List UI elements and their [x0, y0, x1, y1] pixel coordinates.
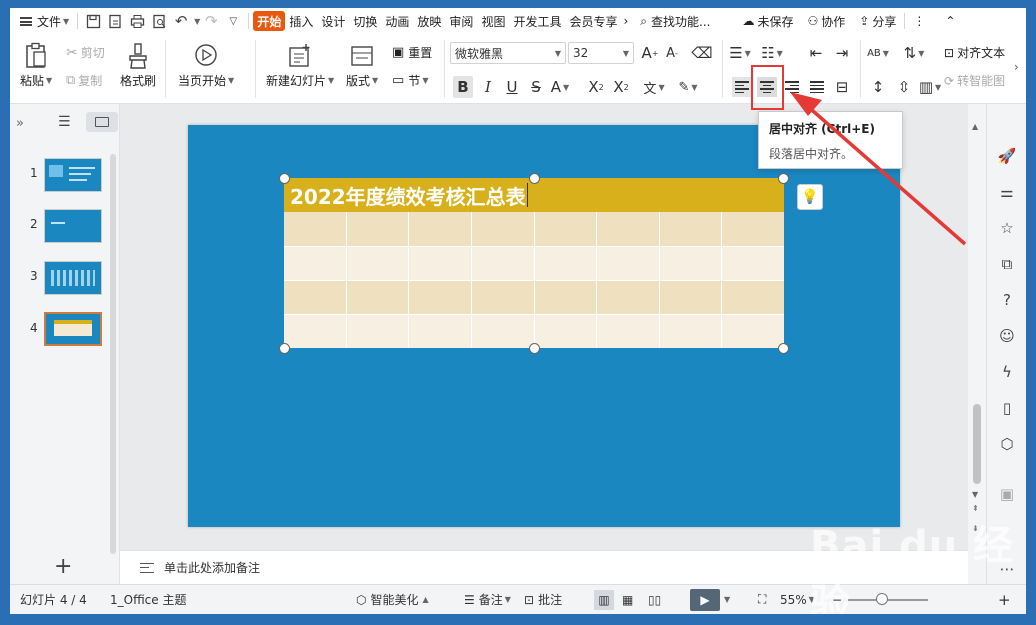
reading-view-icon[interactable]: ▯▯	[648, 593, 661, 607]
resize-handle[interactable]	[778, 343, 789, 354]
comment-icon: ⊡	[524, 592, 535, 607]
lightning-icon[interactable]: ϟ	[997, 362, 1017, 382]
add-slide-icon[interactable]: +	[54, 554, 72, 579]
normal-view-icon[interactable]: ▥	[594, 589, 614, 610]
comments-toggle[interactable]: ⊡ 批注	[524, 591, 562, 608]
comments-label: 批注	[538, 593, 563, 607]
beautify-button[interactable]: ⬡ 智能美化 ▲	[356, 591, 429, 608]
book-icon[interactable]: ▯	[997, 398, 1017, 418]
notes-placeholder: 单击此处添加备注	[164, 561, 261, 575]
notes-icon: ☰	[464, 592, 475, 607]
watermark-url: jingyan.baidu.com	[830, 564, 949, 577]
play-icon: ▶	[690, 588, 720, 611]
thumb-number: 4	[30, 321, 38, 335]
theme-name[interactable]: 1_Office 主题	[110, 591, 186, 608]
slide-thumbnail-4[interactable]	[44, 312, 102, 346]
robot-icon[interactable]: ☺	[997, 326, 1017, 346]
play-button[interactable]: ▶ ▼	[690, 588, 730, 611]
notes-icon	[140, 562, 154, 573]
slide-counter: 幻灯片 4 / 4	[20, 593, 87, 607]
grid-view-icon[interactable]: ▦	[622, 593, 633, 607]
beautify-label: 智能美化	[370, 593, 419, 607]
zoom-label: 55%	[780, 592, 807, 607]
cube-icon: ⬡	[356, 592, 367, 607]
notes-toggle[interactable]: ☰ 备注 ▼	[464, 591, 511, 608]
scrollbar-thumb[interactable]	[973, 404, 981, 484]
resize-handle[interactable]	[529, 343, 540, 354]
fit-window-icon[interactable]: ⛶	[758, 592, 766, 607]
notes-label: 备注	[478, 593, 503, 607]
resize-handle[interactable]	[279, 343, 290, 354]
app-window: 文件 ▼ ↶ ▼ ↷ ▽ 开始 插入 设计 切换 动画 放映 审阅 视图 开发工…	[10, 8, 1026, 614]
image-icon[interactable]: ▣	[997, 484, 1017, 504]
cube-icon[interactable]: ⬡	[997, 434, 1017, 454]
red-arrow-annotation	[790, 92, 967, 246]
